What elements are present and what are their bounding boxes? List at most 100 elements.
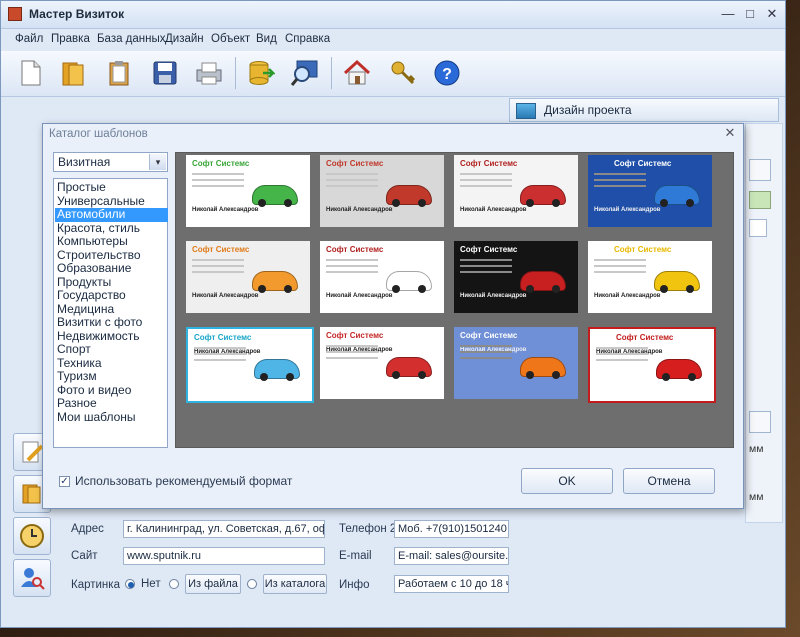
- menu-design[interactable]: Дизайн: [165, 33, 204, 45]
- category-item[interactable]: Строительство: [55, 248, 168, 263]
- card-text-line: [192, 185, 244, 187]
- card-text-line: [460, 357, 512, 359]
- new-document-icon[interactable]: [15, 56, 47, 90]
- category-item[interactable]: Техника: [55, 356, 168, 371]
- picture-catalog-radio[interactable]: [247, 579, 257, 589]
- database-icon[interactable]: [245, 56, 277, 90]
- chevron-down-icon[interactable]: ▾: [149, 154, 166, 170]
- category-item[interactable]: Мои шаблоны: [55, 410, 168, 425]
- picture-file-radio[interactable]: [169, 579, 179, 589]
- card-brand: Софт Системс: [614, 245, 672, 254]
- template-card[interactable]: Софт Системс Николай Александров: [186, 241, 310, 313]
- car-wheel: [284, 285, 292, 293]
- printer-icon[interactable]: [193, 56, 225, 90]
- car-wheel: [418, 371, 426, 379]
- ok-button[interactable]: OK: [521, 468, 613, 494]
- category-item[interactable]: Фото и видео: [55, 383, 168, 398]
- car-wheel: [392, 199, 400, 207]
- card-text-line: [460, 259, 512, 261]
- dialog-close-icon[interactable]: ✕: [723, 126, 737, 140]
- menu-database[interactable]: База данных: [97, 33, 166, 45]
- category-item[interactable]: Визитки с фото: [55, 315, 168, 330]
- address-field[interactable]: г. Калининград, ул. Советская, д.67, оф.…: [123, 520, 325, 538]
- recommended-format-checkbox[interactable]: ✓: [59, 476, 70, 487]
- template-card[interactable]: Софт Системс Николай Александров: [454, 327, 578, 399]
- card-text-line: [192, 179, 244, 181]
- card-type-value: Визитная: [58, 155, 111, 169]
- category-item[interactable]: Универсальные: [55, 194, 168, 209]
- category-item[interactable]: Государство: [55, 288, 168, 303]
- card-text-line: [596, 347, 648, 349]
- car-wheel: [686, 285, 694, 293]
- picture-label: Картинка: [71, 579, 120, 591]
- user-search-icon[interactable]: [13, 559, 51, 597]
- card-text-line: [326, 185, 378, 187]
- menu-file[interactable]: Файл: [15, 33, 43, 45]
- template-card[interactable]: Софт Системс Николай Александров: [320, 241, 444, 313]
- open-folder-icon[interactable]: [57, 56, 89, 90]
- maximize-button[interactable]: □: [741, 6, 759, 22]
- minimize-button[interactable]: —: [719, 6, 737, 22]
- template-card[interactable]: Софт Системс Николай Александров: [454, 241, 578, 313]
- template-card[interactable]: Софт Системс Николай Александров: [454, 155, 578, 227]
- category-item[interactable]: Недвижимость: [55, 329, 168, 344]
- card-type-select[interactable]: Визитная ▾: [53, 152, 168, 172]
- eyedropper-icon[interactable]: [749, 411, 771, 433]
- home-icon[interactable]: [341, 56, 373, 90]
- template-card[interactable]: Софт Системс Николай Александров: [588, 327, 716, 403]
- card-brand: Софт Системс: [192, 245, 250, 254]
- card-name: Николай Александров: [192, 293, 259, 299]
- info-field[interactable]: Работаем с 10 до 18 ч., бе: [394, 575, 509, 593]
- category-item[interactable]: Компьютеры: [55, 234, 168, 249]
- menu-object[interactable]: Объект: [211, 33, 250, 45]
- help-icon[interactable]: ?: [431, 56, 463, 90]
- close-button[interactable]: ✕: [763, 6, 781, 22]
- category-item[interactable]: Туризм: [55, 369, 168, 384]
- template-card[interactable]: Софт Системс Николай Александров: [320, 155, 444, 227]
- template-card[interactable]: Софт Системс Николай Александров: [588, 241, 712, 313]
- site-field[interactable]: www.sputnik.ru: [123, 547, 325, 565]
- category-item[interactable]: Разное: [55, 396, 168, 411]
- zoom-icon[interactable]: [289, 56, 321, 90]
- picture-none-radio[interactable]: [125, 579, 135, 589]
- template-card[interactable]: Софт Системс Николай Александров: [186, 327, 314, 403]
- from-catalog-button[interactable]: Из каталога: [263, 574, 327, 594]
- menu-edit[interactable]: Правка: [51, 33, 90, 45]
- menu-view[interactable]: Вид: [256, 33, 277, 45]
- clipboard-icon[interactable]: [103, 56, 135, 90]
- card-name: Николай Александров: [326, 207, 393, 213]
- phone2-field[interactable]: Моб. +7(910)1501240: [394, 520, 509, 538]
- card-text-line: [460, 179, 512, 181]
- clock-icon[interactable]: [13, 517, 51, 555]
- color-swatch[interactable]: [749, 191, 771, 209]
- card-text-line: [194, 347, 246, 349]
- car-wheel: [260, 373, 268, 381]
- car-wheel: [526, 285, 534, 293]
- cancel-button[interactable]: Отмена: [623, 468, 715, 494]
- template-catalog-dialog: Каталог шаблонов ✕ Визитная ▾ Простые Уни…: [42, 123, 744, 509]
- card-text-line: [194, 353, 246, 355]
- category-item[interactable]: Медицина: [55, 302, 168, 317]
- email-field[interactable]: E-mail: sales@oursite.com: [394, 547, 509, 565]
- card-brand: Софт Системс: [616, 333, 674, 342]
- from-file-button[interactable]: Из файла: [185, 574, 241, 594]
- category-item[interactable]: Автомобили: [55, 207, 168, 222]
- save-disk-icon[interactable]: [149, 56, 181, 90]
- eyedropper-icon[interactable]: [749, 159, 771, 181]
- category-item[interactable]: Спорт: [55, 342, 168, 357]
- card-text-line: [326, 345, 378, 347]
- template-card[interactable]: Софт Системс Николай Александров: [186, 155, 310, 227]
- category-item[interactable]: Простые: [55, 180, 168, 195]
- design-project-tab[interactable]: Дизайн проекта: [509, 98, 779, 122]
- card-brand: Софт Системс: [326, 331, 384, 340]
- spin-box[interactable]: [749, 219, 767, 237]
- template-card[interactable]: Софт Системс Николай Александров: [320, 327, 444, 399]
- keys-icon[interactable]: [387, 56, 419, 90]
- template-card[interactable]: Софт Системс Николай Александров: [588, 155, 712, 227]
- menu-help[interactable]: Справка: [285, 33, 330, 45]
- category-item[interactable]: Красота, стиль: [55, 221, 168, 236]
- category-item[interactable]: Продукты: [55, 275, 168, 290]
- category-item[interactable]: Образование: [55, 261, 168, 276]
- car-wheel: [688, 373, 696, 381]
- card-brand: Софт Системс: [194, 333, 252, 342]
